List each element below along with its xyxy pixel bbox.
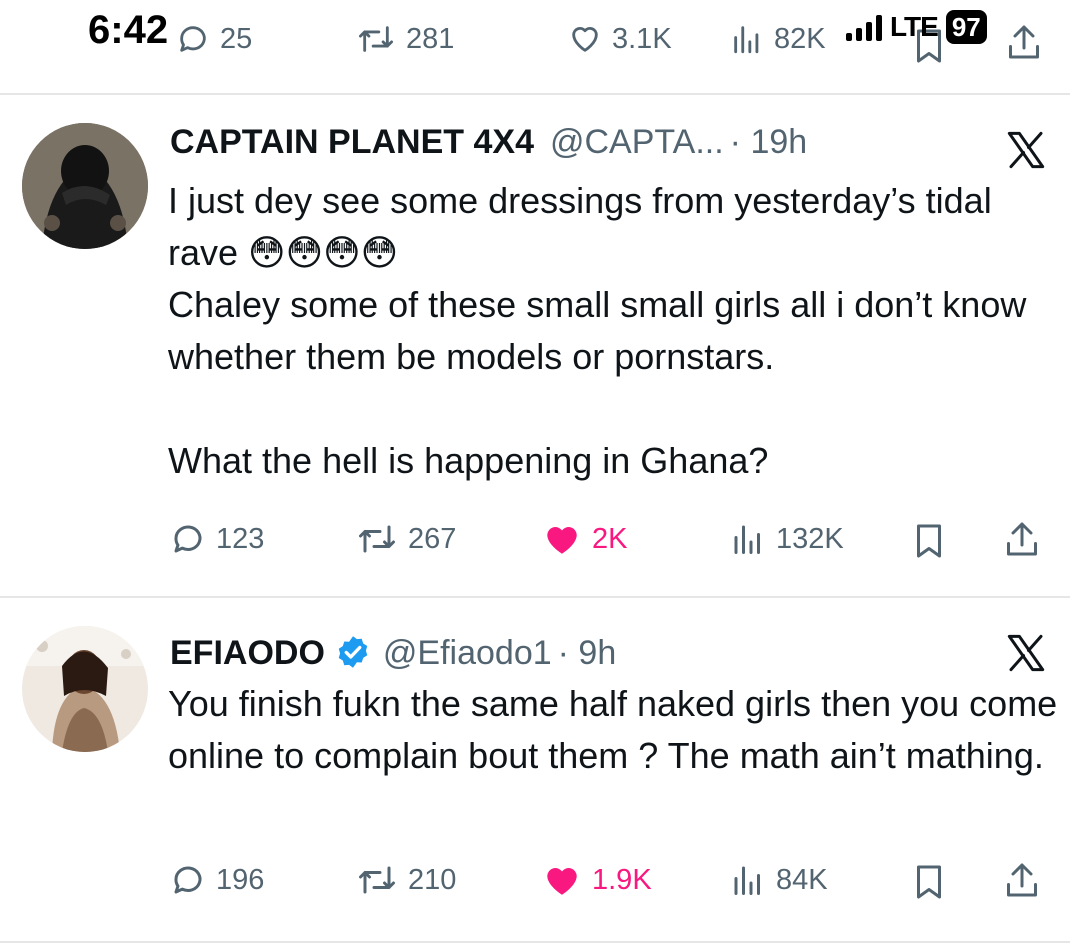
repost-count: 210 xyxy=(408,863,457,896)
author-handle[interactable]: @CAPTA... xyxy=(550,123,724,162)
network-type: LTE xyxy=(890,11,939,42)
prev-reply-count: 25 xyxy=(220,22,253,55)
prev-views-count: 82K xyxy=(774,22,826,55)
avatar[interactable] xyxy=(22,626,148,752)
views-count: 132K xyxy=(776,522,844,555)
tweet-time[interactable]: · 19h xyxy=(730,123,808,162)
like-button[interactable]: 2K xyxy=(542,521,627,557)
repost-icon xyxy=(359,26,394,52)
like-count: 2K xyxy=(592,522,628,555)
reply-button[interactable]: 123 xyxy=(170,521,264,557)
prev-views-button[interactable]: 82K xyxy=(730,22,826,56)
reply-icon xyxy=(174,525,202,553)
reply-icon xyxy=(174,866,202,894)
tweet-header: CAPTAIN PLANET 4X4 @CAPTA... · 19h xyxy=(170,123,807,162)
prev-repost-count: 281 xyxy=(406,22,455,55)
tweet-card[interactable]: CAPTAIN PLANET 4X4 @CAPTA... · 19h I jus… xyxy=(0,95,1070,595)
x-logo-icon[interactable] xyxy=(1006,131,1046,169)
share-icon[interactable] xyxy=(1004,860,1040,900)
reply-button[interactable]: 196 xyxy=(170,862,264,898)
author-handle[interactable]: @Efiaodo1 xyxy=(383,634,552,673)
repost-button[interactable]: 267 xyxy=(356,521,456,557)
repost-count: 267 xyxy=(408,522,457,555)
signal-icon xyxy=(846,13,882,41)
tweet-time[interactable]: · 9h xyxy=(558,634,617,673)
status-bar-time: 6:42 xyxy=(88,8,169,52)
heart-icon xyxy=(572,27,598,52)
prev-like-button[interactable]: 3.1K xyxy=(568,22,672,56)
views-count: 84K xyxy=(776,863,828,896)
share-icon[interactable] xyxy=(1004,519,1040,559)
avatar[interactable] xyxy=(22,123,148,249)
tweet-card[interactable]: EFIAODO @Efiaodo1 · 9h You finish fukn t… xyxy=(0,598,1070,943)
previous-tweet-actions-strip: 25 281 3.1K 82K 6:42 LTE 97 xyxy=(0,0,1070,95)
views-button[interactable]: 84K xyxy=(730,862,828,898)
views-icon xyxy=(734,525,760,554)
reply-count: 196 xyxy=(216,863,265,896)
author-name[interactable]: EFIAODO xyxy=(170,634,325,673)
views-icon xyxy=(734,866,760,895)
tweet-text: I just dey see some dressings from yeste… xyxy=(168,180,1027,481)
battery-level: 97 xyxy=(945,10,987,44)
tweet-text: You finish fukn the same half naked girl… xyxy=(168,683,1058,776)
bookmark-icon[interactable] xyxy=(914,523,944,559)
verified-badge-icon[interactable] xyxy=(335,634,371,670)
repost-button[interactable]: 210 xyxy=(356,862,456,898)
share-icon[interactable] xyxy=(1006,22,1042,62)
prev-repost-button[interactable]: 281 xyxy=(356,22,454,56)
tweet-divider xyxy=(0,941,1070,943)
status-bar-indicators: LTE 97 xyxy=(846,10,987,44)
views-button[interactable]: 132K xyxy=(730,521,844,557)
views-icon xyxy=(734,26,759,54)
author-name[interactable]: CAPTAIN PLANET 4X4 xyxy=(170,123,534,162)
reply-count: 123 xyxy=(216,522,265,555)
like-count: 1.9K xyxy=(592,863,652,896)
heart-icon xyxy=(547,527,577,554)
avatar-image xyxy=(22,123,148,249)
reply-icon xyxy=(180,26,206,52)
prev-reply-button[interactable]: 25 xyxy=(176,22,252,56)
avatar-image xyxy=(22,626,148,752)
heart-icon xyxy=(547,868,577,895)
repost-icon xyxy=(359,525,395,553)
repost-icon xyxy=(359,866,395,894)
like-button[interactable]: 1.9K xyxy=(542,862,652,898)
tweet-header: EFIAODO @Efiaodo1 · 9h xyxy=(170,628,616,673)
bookmark-icon[interactable] xyxy=(914,864,944,900)
x-logo-icon[interactable] xyxy=(1006,634,1046,672)
prev-like-count: 3.1K xyxy=(612,22,672,55)
